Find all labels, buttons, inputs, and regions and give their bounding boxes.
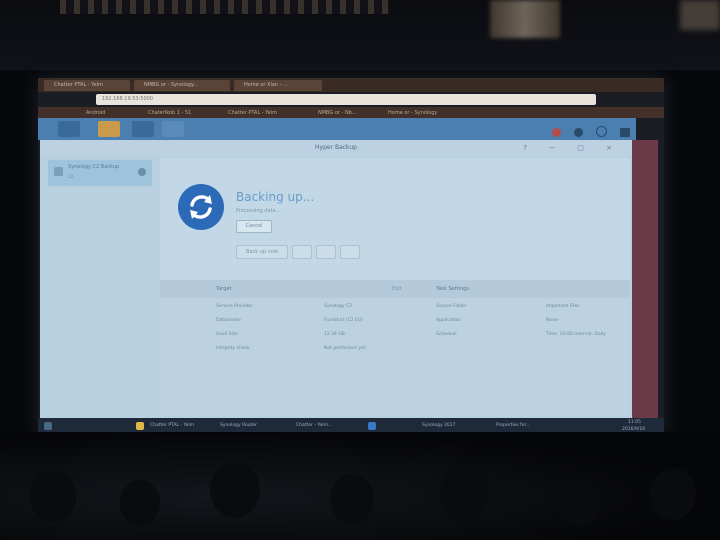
dsm-tray — [551, 122, 630, 141]
stage-light — [490, 0, 560, 38]
taskbar-item[interactable]: Chatter - Yelm... — [296, 421, 332, 431]
search-icon[interactable] — [595, 126, 607, 137]
projection-screen: Chatter PTAL - Yelm NMBG or - Synology..… — [38, 78, 664, 434]
taskbar-item[interactable]: Properties for... — [496, 421, 530, 431]
audience-head — [650, 468, 696, 520]
dsm-taskbar — [38, 118, 636, 140]
sidebar-item-backup-task[interactable]: Synology C2 Backup C2 — [48, 160, 152, 186]
gear-icon[interactable] — [138, 168, 146, 176]
audience-head — [560, 478, 602, 526]
user-icon[interactable] — [573, 128, 583, 137]
target-edit-link[interactable]: Edit — [392, 286, 402, 292]
folder-icon[interactable] — [136, 422, 144, 430]
browser-tab[interactable]: NMBG or - Synology... — [134, 80, 230, 91]
row-label: Datacenter — [216, 318, 242, 323]
row-label: Schedule — [436, 332, 457, 337]
row-value: Synology C2 — [324, 304, 353, 309]
stage-light — [680, 0, 720, 30]
bookmark[interactable]: NMBG or - Nb... — [318, 109, 357, 117]
start-icon[interactable] — [44, 422, 52, 430]
audience-head — [210, 462, 260, 518]
backup-now-button[interactable]: Back up now — [236, 245, 288, 259]
audience-head — [30, 470, 76, 522]
hyper-backup-icon[interactable] — [132, 121, 154, 137]
sidebar-item-sub: C2 — [68, 174, 74, 179]
taskbar-clock: 11:05 — [628, 420, 641, 425]
taskbar-item[interactable]: Synology Router — [220, 421, 257, 431]
package-icon[interactable] — [162, 121, 184, 137]
task-toolbar: Back up now — [236, 245, 360, 259]
audience-head — [330, 474, 374, 524]
search-icon[interactable] — [292, 245, 312, 259]
settings-header: Task Settings — [436, 286, 469, 292]
bookmark[interactable]: Android — [86, 109, 105, 117]
browser-tab[interactable]: Chatter PTAL - Yelm — [44, 80, 130, 91]
bookmarks-bar: Android Chaterlkob 1 - 51 Chatter PTAL -… — [38, 107, 664, 118]
window-controls[interactable]: ? − □ × — [523, 140, 622, 156]
side-panel-strip — [632, 140, 658, 418]
info-section: Target Edit Task Settings ✎ Service Prov… — [160, 280, 654, 416]
hyper-backup-window: Hyper Backup ? − □ × Synology C2 Backup … — [40, 140, 654, 418]
app-icon[interactable] — [368, 422, 376, 430]
bookmark[interactable]: Chatter PTAL - Yelm — [228, 109, 277, 117]
bookmark[interactable]: Home or - Synology — [388, 109, 437, 117]
row-label: Source Folder — [436, 304, 467, 309]
restore-icon[interactable] — [316, 245, 336, 259]
row-value: Important Files — [546, 304, 580, 309]
row-label: Used Size — [216, 332, 238, 337]
info-header: Target Edit Task Settings ✎ — [160, 280, 654, 298]
browser-tab[interactable]: Home or Xian - ... — [234, 80, 322, 91]
audience-head — [120, 480, 160, 526]
cloud-icon — [54, 167, 63, 176]
widgets-icon[interactable] — [620, 128, 630, 137]
row-value: Time: 03:00 Interval: Daily — [546, 332, 606, 337]
file-station-icon[interactable] — [98, 121, 120, 137]
sync-icon — [178, 184, 224, 230]
audience-head — [440, 466, 488, 520]
cancel-button[interactable]: Cancel — [236, 220, 272, 233]
row-label: Application — [436, 318, 462, 323]
row-value: Not performed yet — [324, 346, 366, 351]
browser-tab-strip: Chatter PTAL - Yelm NMBG or - Synology..… — [38, 78, 664, 92]
row-value: Frankfurt (C2 EU) — [324, 318, 363, 323]
sidebar-item-label: Synology C2 Backup — [68, 164, 120, 170]
bookmark[interactable]: Chaterlkob 1 - 51 — [148, 109, 191, 117]
taskbar-item[interactable]: Synology 2017 — [422, 421, 456, 431]
main-menu-icon[interactable] — [58, 121, 80, 137]
target-header: Target — [216, 286, 232, 292]
settings-icon[interactable] — [340, 245, 360, 259]
status-title: Backing up... — [236, 190, 315, 204]
url-bar[interactable]: 192.168.19.53:5000 — [96, 94, 596, 105]
row-value: 12.34 GB — [324, 332, 345, 337]
notification-icon[interactable] — [551, 128, 561, 137]
row-value: None — [546, 318, 558, 323]
stage-truss — [60, 0, 390, 14]
row-label: Integrity check — [216, 346, 250, 351]
status-subtitle: Processing data... — [236, 208, 281, 214]
taskbar-item[interactable]: Chatter PTAL - Yelm — [150, 421, 194, 431]
row-label: Service Provider — [216, 304, 253, 309]
